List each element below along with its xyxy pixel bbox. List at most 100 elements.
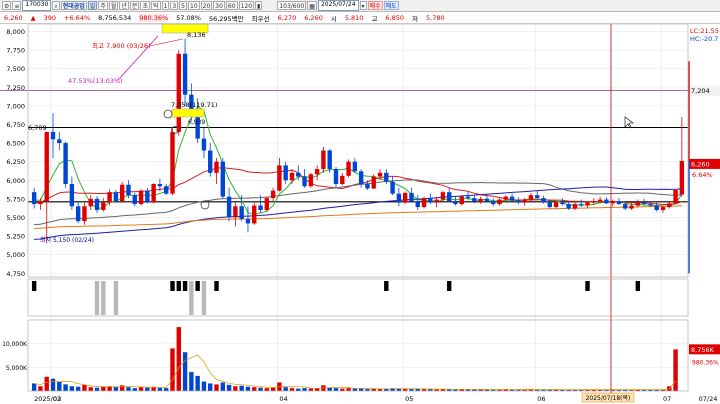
signal-bar [201, 281, 207, 315]
minute-3-button[interactable]: 3 [170, 1, 179, 10]
x-tick-label: 04 [279, 395, 287, 403]
candle-body [113, 192, 119, 202]
minute-5-button[interactable]: 5 [179, 1, 187, 10]
candle-body [346, 161, 351, 176]
sell-button[interactable]: 매도 [383, 1, 399, 10]
volume-bar [101, 386, 106, 391]
candle-body [453, 201, 458, 205]
volume-bar [346, 388, 351, 391]
signal-bar [189, 281, 194, 315]
volume-bar [119, 385, 125, 391]
minute-30-button[interactable]: 30 [213, 1, 225, 10]
period-day-button[interactable]: 일 [87, 1, 98, 10]
candle-body [239, 206, 244, 219]
candle-count[interactable]: 103/600 [277, 1, 307, 10]
volume-bar [333, 388, 339, 391]
candle-body [57, 139, 62, 144]
candle-body [201, 138, 207, 151]
x-tick-label: 07/24 [699, 395, 718, 403]
current-price: 6,260 [4, 13, 23, 22]
high-label: 고 [371, 14, 378, 23]
volume-bar [302, 388, 307, 391]
volume-bar [50, 378, 56, 391]
period-month-button[interactable]: 월 [108, 1, 119, 10]
vol-tick-label: 5,000K [6, 365, 28, 372]
volume-bar [264, 388, 270, 391]
ref-line-tag: 7,204 [691, 87, 710, 95]
volume-bar [340, 388, 345, 391]
y-tick-label: 4,750 [6, 270, 25, 278]
minute-60-button[interactable]: 60 [225, 1, 238, 10]
search-icon[interactable]: ⌕ [52, 1, 60, 10]
chart-settings-icon[interactable]: ⚙ [2, 1, 12, 10]
volume-bar [396, 388, 402, 391]
candle-body [371, 176, 376, 189]
candle-body [327, 150, 332, 170]
y-tick-label: 5,750 [6, 195, 25, 203]
minute-120-button[interactable]: 120 [238, 1, 255, 10]
candle-body [472, 198, 477, 202]
candle-body [629, 205, 634, 209]
candle-body [302, 176, 307, 187]
volume-bar [132, 388, 137, 391]
buy-button[interactable]: 매수 [367, 1, 383, 10]
candle-body [333, 169, 339, 184]
candle-body [409, 192, 414, 202]
signal-bar [113, 281, 119, 315]
minute-1-button[interactable]: 1 [161, 1, 170, 10]
date-input[interactable]: 2025/07/24 [317, 0, 359, 11]
signal-bar [170, 281, 175, 291]
volume-bar [164, 388, 169, 391]
volume-bar [88, 387, 93, 391]
x-tick-label: 07 [663, 395, 671, 403]
candle-body [522, 199, 527, 203]
candle-body [157, 183, 163, 187]
low-value: 5,780 [426, 13, 445, 22]
signal-bar [585, 281, 590, 291]
period-year-button[interactable]: 년 [119, 1, 129, 10]
support-line-label: 6,709 [28, 124, 47, 132]
candle-body [176, 53, 181, 132]
candle-body [63, 143, 68, 184]
quote-bar: 6,260 ▲ 390 +6.64% 8,756,534 980.36% 57.… [0, 12, 720, 24]
period-minute-button[interactable]: 분 [129, 1, 140, 10]
candle-body [132, 195, 137, 205]
stock-code-input[interactable]: 170030 [22, 0, 52, 11]
minute-20-button[interactable]: 20 [200, 1, 213, 10]
volume-bar [189, 372, 194, 391]
mark-b-label: 6,939 [188, 119, 205, 126]
minute-10-button[interactable]: 10 [188, 1, 200, 10]
candle-body [214, 161, 219, 173]
y-tick-label: 5,000 [6, 251, 25, 259]
volume-bar [208, 383, 213, 391]
period-tick-button[interactable]: 틱 [150, 1, 161, 10]
volume-bar [31, 383, 37, 391]
candle-body [528, 195, 534, 200]
candle-body [321, 150, 326, 170]
candle-body [446, 192, 452, 202]
candle-body [641, 202, 647, 205]
period-week-button[interactable]: 주 [98, 1, 108, 10]
candle-body [38, 201, 43, 205]
list-icon[interactable]: ≡ [12, 1, 22, 10]
volume-bar [308, 388, 314, 391]
candle-body [289, 172, 295, 181]
y-tick-label: 6,500 [6, 140, 25, 148]
candle-body [579, 204, 584, 206]
volume-bar [201, 381, 207, 391]
price-tag: 6,260 [691, 160, 710, 168]
candle-body [88, 198, 93, 207]
candle-body [421, 198, 427, 208]
volume-bar [270, 387, 276, 391]
stock-chart[interactable]: 8,0007,7507,5007,2507,0006,7506,5006,250… [0, 24, 720, 404]
stock-name[interactable]: 현대공업 [60, 1, 87, 10]
volume-bar [138, 387, 144, 391]
candle-body [50, 131, 56, 140]
period-second-button[interactable]: 초 [140, 1, 150, 10]
candle-body [358, 171, 364, 184]
cursor-date: 2025/07/18(목) [586, 395, 631, 402]
chart-type-icon[interactable]: ▮ [255, 1, 263, 10]
volume-bar [44, 376, 49, 391]
dropdown-icon[interactable]: ▾ [359, 1, 367, 10]
calendar-icon[interactable]: ▦ [307, 1, 317, 10]
